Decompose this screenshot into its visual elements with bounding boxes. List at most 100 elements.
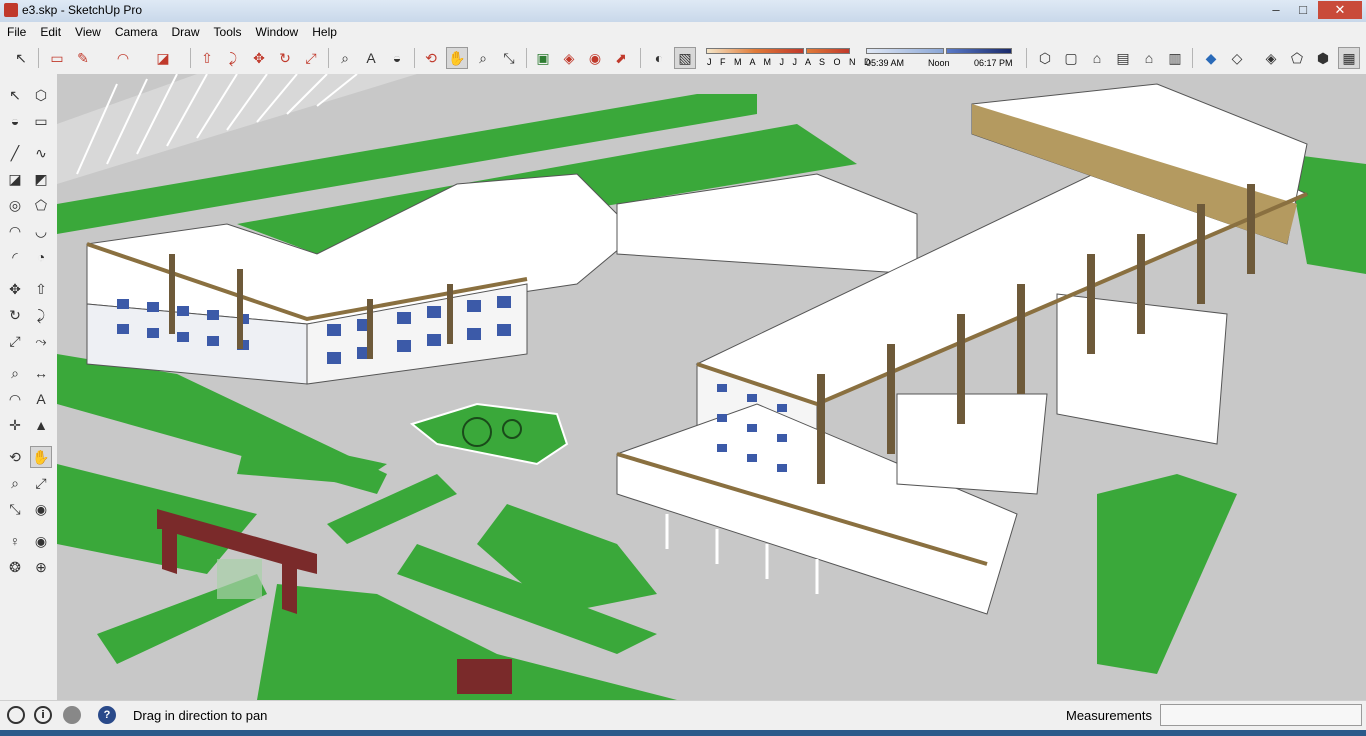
small-structure [457, 659, 512, 694]
3d-text-icon[interactable]: ▲ [30, 414, 52, 436]
top-view-icon[interactable]: ▢ [1060, 47, 1082, 69]
paint-bucket-icon[interactable]: ◒ [386, 47, 408, 69]
polygon-icon[interactable]: ⬠ [30, 194, 52, 216]
rotate-icon[interactable]: ↻ [274, 47, 296, 69]
tape-measure-icon[interactable]: ⌕ [334, 47, 356, 69]
measurements-input[interactable] [1160, 704, 1362, 726]
window-title: e3.skp - SketchUp Pro [22, 3, 143, 17]
fog-icon[interactable]: ▧ [674, 47, 696, 69]
pie-icon[interactable]: ◔ [30, 246, 52, 268]
line-icon[interactable]: ╱ [4, 142, 26, 164]
info-icon[interactable]: i [34, 706, 52, 724]
monochrome-icon[interactable]: ▦ [1338, 47, 1360, 69]
wireframe-icon[interactable]: ◇ [1226, 47, 1248, 69]
hidden-line-icon[interactable]: ◈ [1260, 47, 1282, 69]
pan-icon[interactable]: ✋ [30, 446, 52, 468]
text-icon[interactable]: A [30, 388, 52, 410]
eraser-icon[interactable]: ▭ [46, 47, 68, 69]
scale-icon[interactable]: ⤢ [300, 47, 322, 69]
look-around-icon[interactable]: ◉ [30, 530, 52, 552]
get-components-icon[interactable]: ◉ [584, 47, 606, 69]
paint-bucket-icon[interactable]: ◒ [4, 110, 26, 132]
eraser-icon[interactable]: ▭ [30, 110, 52, 132]
protractor-icon[interactable]: ◠ [4, 388, 26, 410]
follow-me-icon[interactable]: ⤸ [222, 47, 244, 69]
two-point-arc-icon[interactable]: ◡ [30, 220, 52, 242]
shadows-icon[interactable]: ◐ [648, 47, 670, 69]
extension-icon[interactable]: ⬈ [610, 47, 632, 69]
make-component-icon[interactable]: ⬡ [30, 84, 52, 106]
toolbar-separator [38, 48, 39, 68]
pan-icon[interactable]: ✋ [446, 47, 468, 69]
back-view-icon[interactable]: ⌂ [1138, 47, 1160, 69]
zoom-extents-icon[interactable]: ⤡ [498, 47, 520, 69]
menu-draw[interactable]: Draw [165, 22, 207, 40]
tape-measure-icon[interactable]: ⌕ [4, 362, 26, 384]
menu-window[interactable]: Window [249, 22, 306, 40]
time-slider-end[interactable] [946, 48, 1012, 54]
menu-bar: File Edit View Camera Draw Tools Window Help [0, 22, 1366, 42]
model-viewport[interactable] [57, 74, 1366, 700]
time-slider[interactable] [866, 48, 944, 54]
right-view-icon[interactable]: ▤ [1112, 47, 1134, 69]
model-scene[interactable] [57, 74, 1366, 700]
arc-icon[interactable]: ◠ [4, 220, 26, 242]
rectangle-icon[interactable]: ◪ [4, 168, 26, 190]
menu-help[interactable]: Help [305, 22, 344, 40]
menu-edit[interactable]: Edit [33, 22, 68, 40]
minimize-button[interactable]: – [1264, 1, 1288, 19]
zoom-icon[interactable]: ⌕ [4, 472, 26, 494]
rectangle-icon[interactable]: ◪ [152, 47, 174, 69]
maximize-button[interactable]: □ [1291, 1, 1315, 19]
shaded-textures-icon[interactable]: ⬢ [1312, 47, 1334, 69]
xray-icon[interactable]: ◆ [1200, 47, 1222, 69]
scale-icon[interactable]: ⤢ [4, 330, 26, 352]
zoom-window-icon[interactable]: ⤢ [30, 472, 52, 494]
follow-me-icon[interactable]: ⤸ [30, 304, 52, 326]
close-button[interactable]: ✕ [1318, 1, 1362, 19]
arc-icon[interactable]: ◠ [112, 47, 134, 69]
status-bar: i ? Drag in direction to pan Measurement… [0, 700, 1366, 731]
offset-icon[interactable]: ⤳ [30, 330, 52, 352]
orbit-icon[interactable]: ⟲ [4, 446, 26, 468]
section-plane-icon[interactable]: ⊕ [30, 556, 52, 578]
user-account-icon[interactable] [63, 706, 81, 724]
left-view-icon[interactable]: ▥ [1164, 47, 1186, 69]
axes-icon[interactable]: ✛ [4, 414, 26, 436]
freehand-icon[interactable]: ∿ [30, 142, 52, 164]
iso-view-icon[interactable]: ⬡ [1034, 47, 1056, 69]
warehouse-icon[interactable]: ▣ [532, 47, 554, 69]
previous-view-icon[interactable]: ◉ [30, 498, 52, 520]
pencil-icon[interactable]: ✎ [72, 47, 94, 69]
date-slider[interactable] [706, 48, 804, 54]
move-icon[interactable]: ✥ [4, 278, 26, 300]
shaded-icon[interactable]: ⬠ [1286, 47, 1308, 69]
push-pull-icon[interactable]: ⇧ [196, 47, 218, 69]
orbit-icon[interactable]: ⟲ [420, 47, 442, 69]
front-view-icon[interactable]: ⌂ [1086, 47, 1108, 69]
help-icon[interactable]: ? [98, 706, 116, 724]
zoom-extents-icon[interactable]: ⤡ [4, 498, 26, 520]
rotated-rectangle-icon[interactable]: ◩ [30, 168, 52, 190]
menu-file[interactable]: File [0, 22, 33, 40]
walk-icon[interactable]: ❂ [4, 556, 26, 578]
push-pull-icon[interactable]: ⇧ [30, 278, 52, 300]
position-camera-icon[interactable]: ♀ [4, 530, 26, 552]
circle-icon[interactable]: ◎ [4, 194, 26, 216]
menu-camera[interactable]: Camera [108, 22, 165, 40]
menu-view[interactable]: View [68, 22, 108, 40]
three-point-arc-icon[interactable]: ◜ [4, 246, 26, 268]
toolbar-separator [414, 48, 415, 68]
dimension-icon[interactable]: ↔ [30, 362, 52, 384]
share-model-icon[interactable]: ◈ [558, 47, 580, 69]
geo-location-icon[interactable] [7, 706, 25, 724]
zoom-icon[interactable]: ⌕ [472, 47, 494, 69]
menu-tools[interactable]: Tools [207, 22, 249, 40]
rotate-icon[interactable]: ↻ [4, 304, 26, 326]
select-icon[interactable]: ↖ [4, 84, 26, 106]
move-icon[interactable]: ✥ [248, 47, 270, 69]
toolbar-separator [328, 48, 329, 68]
text-icon[interactable]: A [360, 47, 382, 69]
select-icon[interactable]: ↖ [10, 47, 32, 69]
date-slider-end[interactable] [806, 48, 850, 54]
